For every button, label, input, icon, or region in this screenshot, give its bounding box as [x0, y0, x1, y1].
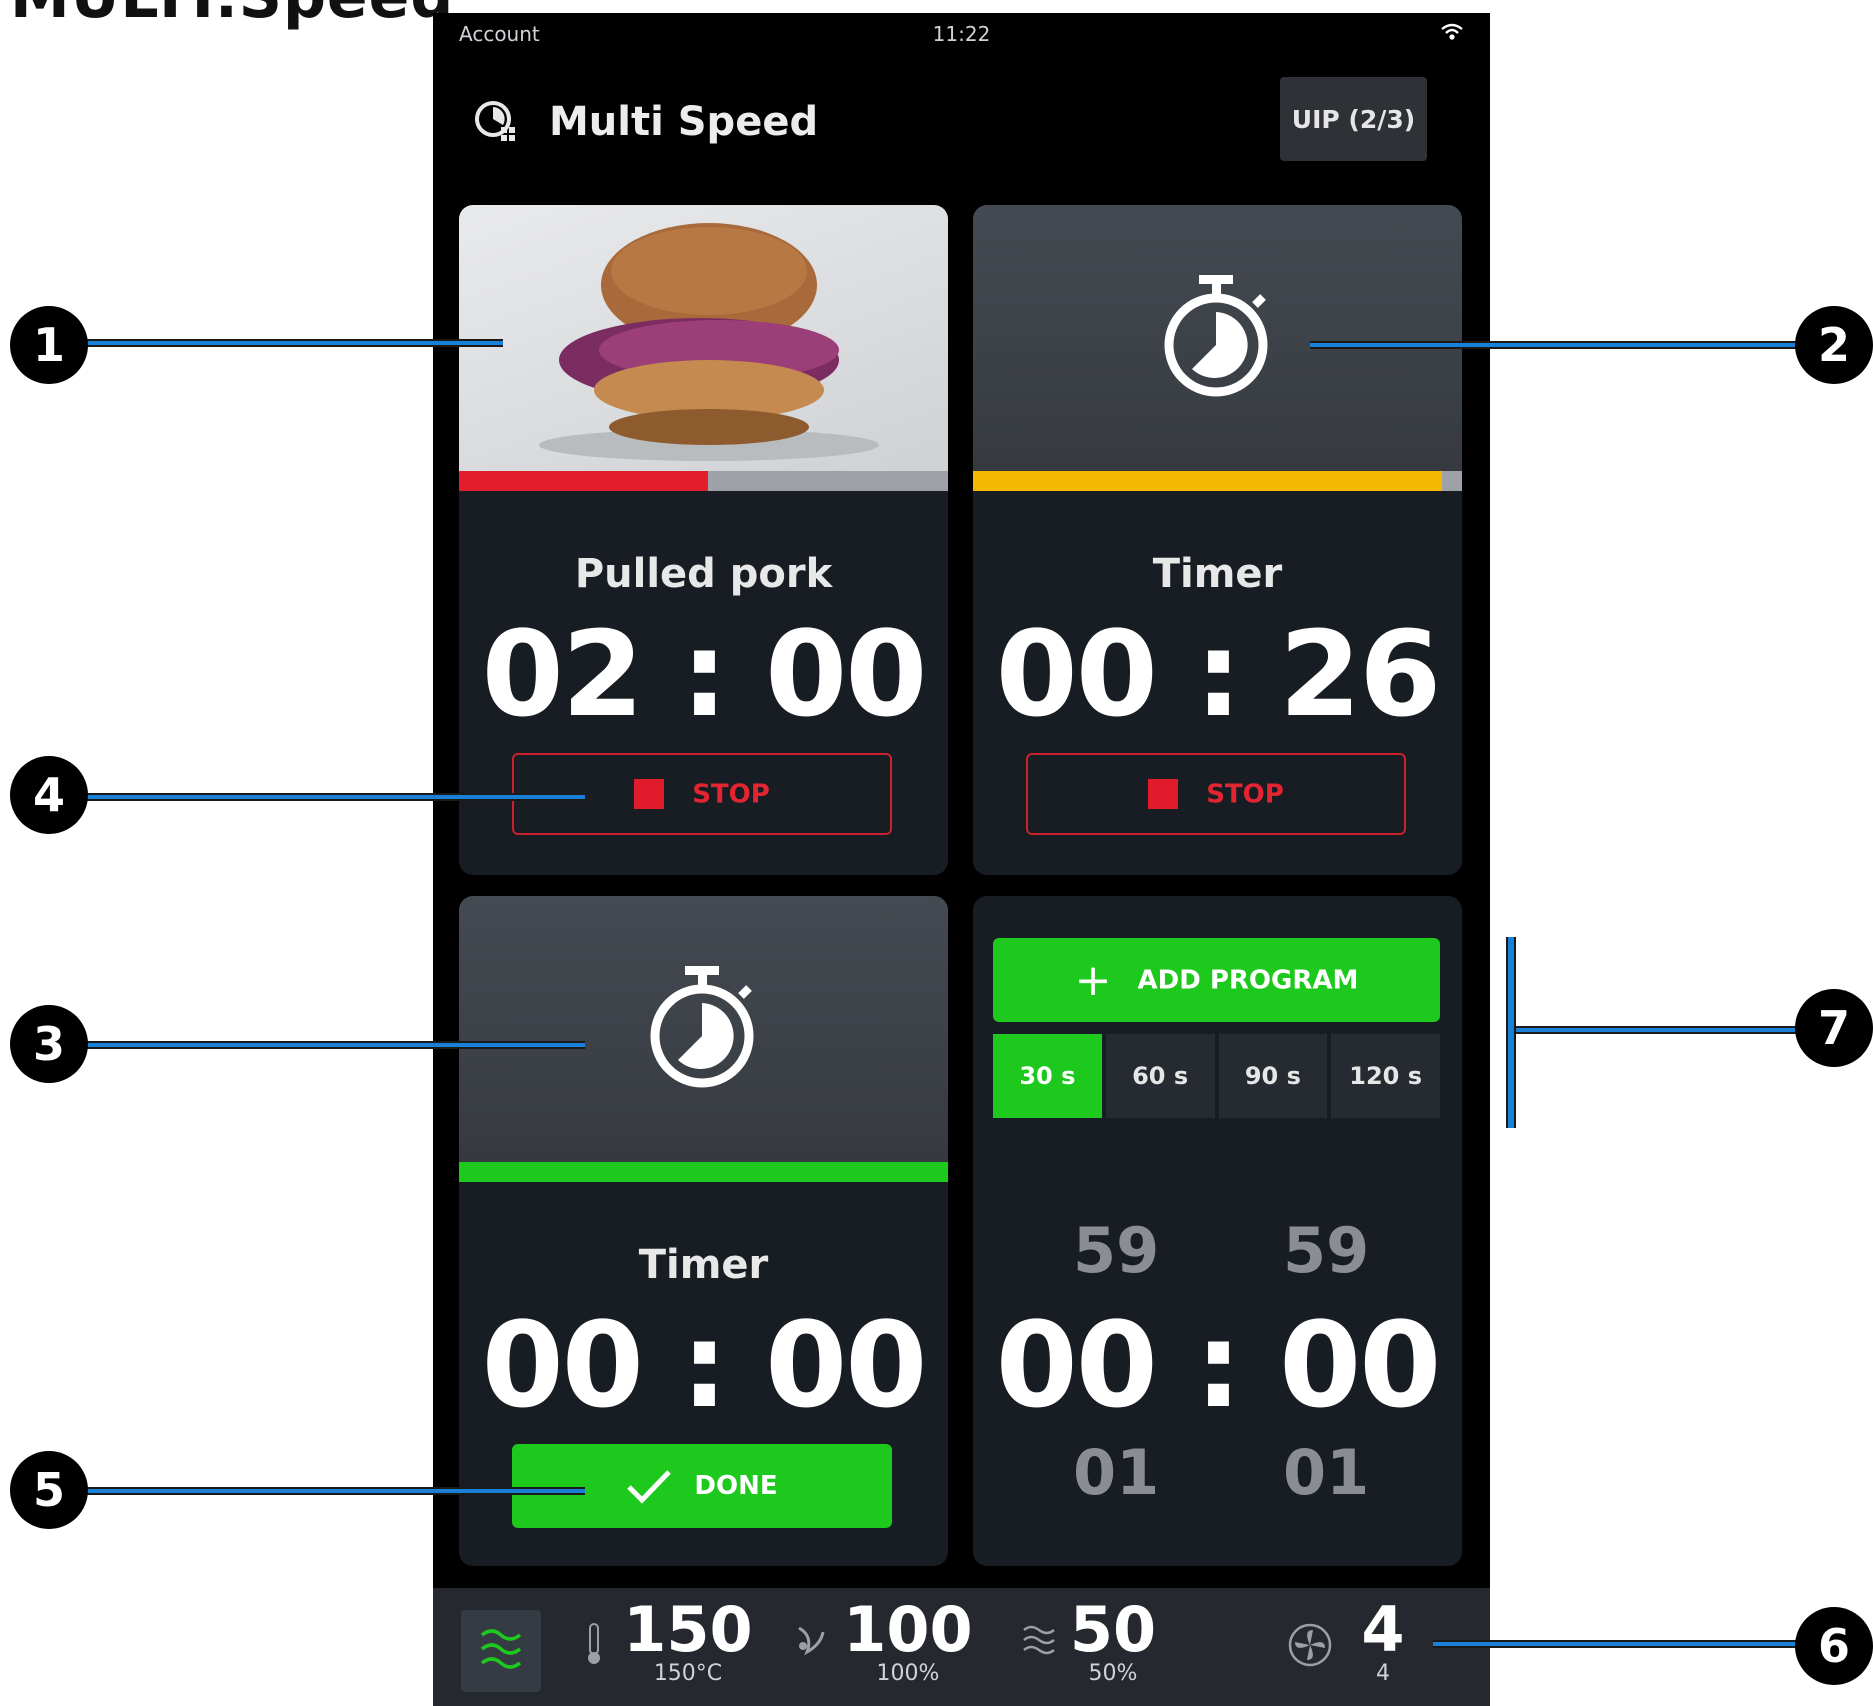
stop-icon — [634, 779, 665, 810]
climate-mode-button[interactable] — [461, 1610, 541, 1692]
wifi-icon — [1440, 22, 1464, 46]
steam-icon — [1023, 1625, 1055, 1655]
status-time: 11:22 — [932, 22, 991, 46]
seconds-wheel-above[interactable]: 59 — [1283, 1214, 1369, 1287]
callout-line-7 — [1513, 1026, 1800, 1034]
stop-icon — [1148, 779, 1179, 810]
fan-icon — [1288, 1623, 1332, 1667]
callout-line-5 — [80, 1487, 585, 1495]
steam-readout[interactable]: 50 50% — [1023, 1593, 1178, 1686]
callout-badge-3: 3 — [10, 1005, 88, 1083]
remaining-time: 00 : 26 — [995, 605, 1442, 743]
time-picker-value[interactable]: 00 : 00 — [973, 1296, 1462, 1434]
steam-waves-icon — [480, 1628, 522, 1669]
humidity-icon — [798, 1626, 825, 1656]
steam-sub: 50% — [1088, 1661, 1138, 1686]
humidity-readout[interactable]: 100 100% — [798, 1593, 983, 1686]
callout-badge-4: 4 — [10, 756, 88, 834]
status-bar: Account 11:22 — [433, 13, 1490, 53]
humidity-value: 100 — [843, 1593, 973, 1666]
preset-30s[interactable]: 30 s — [993, 1034, 1102, 1118]
stopwatch-icon — [1164, 275, 1268, 397]
burger-image — [539, 223, 879, 461]
progress-bar — [459, 471, 948, 491]
done-button[interactable]: DONE — [512, 1444, 892, 1528]
progress-bar — [973, 471, 1462, 491]
fan-value: 4 — [1361, 1593, 1405, 1666]
callout-badge-1: 1 — [10, 306, 88, 384]
progress-fill — [459, 471, 709, 491]
progress-bar — [459, 1162, 948, 1182]
callout-badge-5: 5 — [10, 1451, 88, 1529]
program-name: Timer — [638, 1242, 769, 1288]
stop-label: STOP — [692, 779, 770, 810]
callout-line-2 — [1310, 341, 1800, 349]
callout-line-3 — [80, 1041, 585, 1049]
temperature-readout[interactable]: 150 150°C — [588, 1593, 763, 1686]
program-name: Pulled pork — [574, 551, 833, 597]
progress-fill — [973, 471, 1443, 491]
seconds-wheel-below[interactable]: 01 — [1283, 1436, 1369, 1509]
preset-60s[interactable]: 60 s — [1105, 1034, 1215, 1118]
done-label: DONE — [694, 1471, 778, 1501]
uip-button[interactable]: UIP (2/3) — [1280, 77, 1427, 161]
device-screen: Account 11:22 Multi Speed UIP (2/3) Pull… — [433, 13, 1490, 1706]
document-title: MULTI.Speed — [10, 0, 454, 32]
progress-fill — [459, 1162, 948, 1182]
plus-icon: + — [1074, 954, 1112, 1006]
remaining-time: 00 : 00 — [481, 1296, 928, 1434]
preset-120s[interactable]: 120 s — [1331, 1034, 1440, 1118]
callout-badge-2: 2 — [1795, 306, 1873, 384]
timer-image — [973, 205, 1462, 471]
callout-badge-6: 6 — [1795, 1607, 1873, 1685]
remaining-time: 02 : 00 — [481, 605, 928, 743]
callout-line-1 — [80, 339, 503, 347]
add-program-label: ADD PROGRAM — [1137, 965, 1359, 995]
program-name: Timer — [1152, 551, 1283, 597]
timer-image — [459, 896, 948, 1162]
oven-status-bar: 150 150°C 100 100% 50 50% 4 4 — [433, 1588, 1490, 1706]
callout-badge-7: 7 — [1795, 989, 1873, 1067]
time-presets: 30 s 60 s 90 s 120 s — [993, 1034, 1440, 1118]
callout-bracket-7 — [1506, 937, 1516, 1128]
stop-button[interactable]: STOP — [1026, 753, 1406, 835]
add-program-button[interactable]: + ADD PROGRAM — [993, 938, 1440, 1022]
thermometer-icon — [588, 1623, 600, 1664]
checkmark-icon — [627, 1470, 672, 1504]
food-image — [459, 205, 948, 471]
callout-line-6 — [1433, 1640, 1800, 1648]
minutes-wheel-below[interactable]: 01 — [1073, 1436, 1159, 1509]
fan-readout[interactable]: 4 4 — [1288, 1593, 1413, 1686]
preset-90s[interactable]: 90 s — [1218, 1034, 1328, 1118]
cooking-slot-card-3[interactable]: Timer 00 : 00 DONE — [459, 896, 948, 1566]
minutes-wheel-above[interactable]: 59 — [1073, 1214, 1159, 1287]
callout-line-4 — [80, 793, 585, 801]
page-title: Multi Speed — [549, 99, 819, 145]
stop-label: STOP — [1206, 779, 1284, 810]
stopwatch-icon — [650, 966, 754, 1088]
multi-speed-icon — [473, 99, 519, 149]
steam-value: 50 — [1069, 1593, 1157, 1666]
temperature-value: 150 — [623, 1593, 753, 1666]
cooking-slot-card-1[interactable]: Pulled pork 02 : 00 STOP — [459, 205, 948, 875]
cooking-slot-card-2[interactable]: Timer 00 : 26 STOP — [973, 205, 1462, 875]
add-program-card: + ADD PROGRAM 30 s 60 s 90 s 120 s 59 59 … — [973, 896, 1462, 1566]
